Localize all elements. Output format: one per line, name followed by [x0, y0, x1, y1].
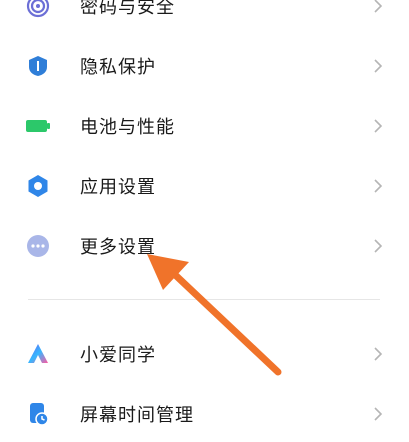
settings-item-privacy[interactable]: 隐私保护 — [0, 38, 409, 94]
chevron-right-icon — [374, 179, 383, 193]
chevron-right-icon — [374, 59, 383, 73]
chevron-right-icon — [374, 347, 383, 361]
settings-item-label: 屏幕时间管理 — [80, 405, 194, 426]
settings-item-label: 隐私保护 — [80, 57, 156, 78]
settings-item-label: 小爱同学 — [80, 345, 156, 366]
battery-icon — [25, 113, 51, 139]
settings-item-label: 密码与安全 — [80, 0, 175, 18]
fingerprint-icon — [25, 0, 51, 19]
screen-time-icon — [25, 401, 51, 427]
gear-icon — [25, 173, 51, 199]
settings-item-more-settings[interactable]: 更多设置 — [0, 218, 409, 274]
settings-item-screen-time[interactable]: 屏幕时间管理 — [0, 386, 409, 442]
xiaoai-icon — [25, 341, 51, 367]
settings-item-xiaoai[interactable]: 小爱同学 — [0, 326, 409, 382]
settings-item-label: 更多设置 — [80, 237, 156, 258]
settings-item-password-security[interactable]: 密码与安全 — [0, 0, 409, 34]
section-divider — [28, 299, 380, 300]
settings-item-label: 电池与性能 — [80, 117, 175, 138]
chevron-right-icon — [374, 0, 383, 13]
chevron-right-icon — [374, 239, 383, 253]
privacy-shield-icon — [25, 53, 51, 79]
settings-item-battery-performance[interactable]: 电池与性能 — [0, 98, 409, 154]
chevron-right-icon — [374, 407, 383, 421]
chevron-right-icon — [374, 119, 383, 133]
settings-item-app-settings[interactable]: 应用设置 — [0, 158, 409, 214]
more-dots-icon — [25, 233, 51, 259]
settings-item-label: 应用设置 — [80, 177, 156, 198]
